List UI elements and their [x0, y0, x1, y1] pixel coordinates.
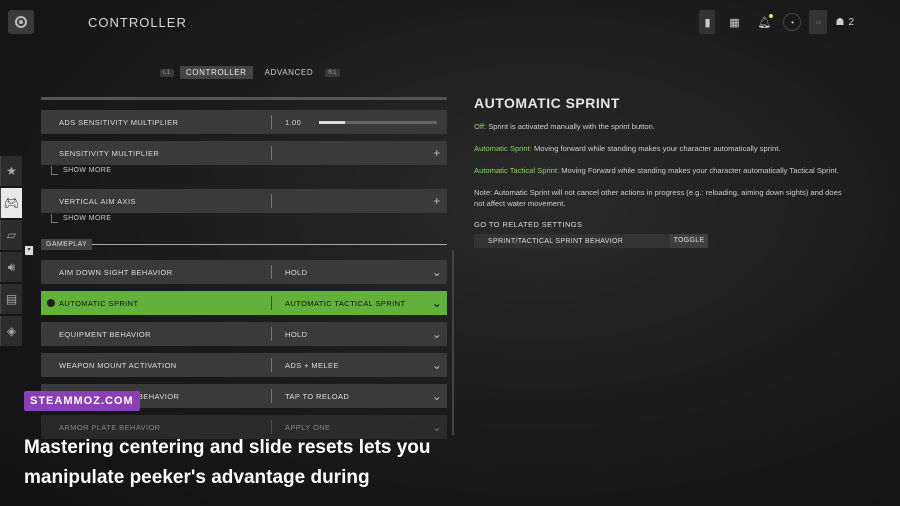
setting-value: ADS + MELEE	[285, 360, 339, 370]
option-name: Automatic Tactical Sprint:	[474, 166, 560, 175]
option-name: Automatic Sprint:	[474, 144, 532, 153]
plus-icon[interactable]: +	[427, 146, 447, 160]
speaker-icon[interactable]: 🔊︎	[0, 252, 22, 282]
setting-label: AIM DOWN SIGHT BEHAVIOR	[59, 267, 173, 277]
setting-sensitivity-multiplier[interactable]: SENSITIVITY MULTIPLIER +	[41, 141, 447, 165]
interface-icon[interactable]: ▤	[0, 284, 22, 314]
detail-tactical: Automatic Tactical Sprint: Moving Forwar…	[474, 165, 854, 176]
related-label: SPRINT/TACTICAL SPRINT BEHAVIOR	[488, 237, 624, 245]
sensitivity-slider[interactable]	[319, 120, 437, 124]
option-description: Moving forward while standing makes your…	[531, 144, 781, 153]
watermark-badge: STEAMMOZ.COM	[24, 391, 140, 411]
detail-off: Off: Sprint is activated manually with t…	[474, 121, 854, 132]
divider	[92, 243, 447, 245]
tab-key-left: L1	[160, 68, 174, 77]
setting-value: 1.00	[285, 117, 302, 127]
setting-label: ARMOR PLATE BEHAVIOR	[59, 422, 161, 432]
star-icon[interactable]: ★	[0, 156, 22, 186]
setting-value: TAP TO RELOAD	[285, 391, 350, 401]
setting-weapon-mount-activation[interactable]: WEAPON MOUNT ACTIVATION ADS + MELEE ⌄	[41, 353, 447, 377]
back-button[interactable]	[8, 10, 34, 34]
option-name: Off:	[474, 122, 487, 131]
detail-title: AUTOMATIC SPRINT	[474, 95, 620, 111]
selected-indicator-icon	[47, 299, 55, 307]
divider	[41, 97, 447, 100]
setting-value: AUTOMATIC TACTICAL SPRINT	[285, 298, 406, 308]
setting-ads-sensitivity-multiplier[interactable]: ADS SENSITIVITY MULTIPLIER 1.00	[41, 110, 447, 134]
party-icon: ☗	[835, 16, 845, 28]
setting-automatic-sprint[interactable]: AUTOMATIC SPRINT AUTOMATIC TACTICAL SPRI…	[41, 291, 447, 315]
related-heading: GO TO RELATED SETTINGS	[474, 220, 583, 229]
divider	[271, 194, 272, 208]
related-setting-button[interactable]: SPRINT/TACTICAL SPRINT BEHAVIOR TOGGLE	[474, 234, 708, 248]
tab-bar: L1 CONTROLLER ADVANCED R1	[160, 66, 341, 79]
setting-equipment-behavior[interactable]: EQUIPMENT BEHAVIOR HOLD ⌄	[41, 322, 447, 346]
setting-value: APPLY ONE	[285, 422, 331, 432]
section-header-gameplay: GAMEPLAY	[41, 237, 447, 251]
circle-icon[interactable]: •	[783, 13, 802, 31]
party-count: 2	[848, 16, 854, 28]
setting-label: SENSITIVITY MULTIPLIER	[59, 148, 160, 158]
setting-label: VERTICAL AIM AXIS	[59, 196, 136, 206]
option-description: Sprint is activated manually with the sp…	[486, 122, 655, 131]
detail-panel: AUTOMATIC SPRINT Off: Sprint is activate…	[474, 95, 854, 248]
chevron-down-icon[interactable]: ⌄	[427, 327, 447, 341]
section-title: GAMEPLAY	[41, 238, 93, 250]
detail-automatic: Automatic Sprint: Moving forward while s…	[474, 143, 854, 154]
setting-value: HOLD	[285, 329, 308, 339]
chevron-down-icon[interactable]: ⌄	[427, 420, 447, 434]
slider-fill	[319, 120, 345, 124]
show-more-link[interactable]: SHOW MORE	[41, 166, 447, 185]
box-icon[interactable]: ▭	[809, 10, 828, 34]
setting-label: WEAPON MOUNT ACTIVATION	[59, 360, 177, 370]
grid-icon[interactable]: ▦	[723, 10, 745, 34]
side-rail: ★ 🎮︎ ▱ 🔊︎ ▤ ◈	[0, 156, 22, 348]
top-icons: ▮ ▦ 🔔︎ • ▭ ☗ 2	[699, 10, 854, 34]
chevron-down-icon[interactable]: ⌄	[427, 389, 447, 403]
setting-aim-down-sight-behavior[interactable]: AIM DOWN SIGHT BEHAVIOR HOLD ⌄	[41, 260, 447, 284]
related-value: TOGGLE	[670, 234, 708, 248]
controller-small-icon[interactable]: ▮	[699, 10, 716, 34]
display-icon[interactable]: ▱	[0, 220, 22, 250]
divider	[271, 146, 272, 160]
tab-key-right: R1	[325, 68, 341, 77]
setting-label: AUTOMATIC SPRINT	[59, 298, 139, 308]
page-title: CONTROLLER	[88, 15, 187, 30]
setting-value: HOLD	[285, 267, 308, 277]
section-badge-icon: ▾	[25, 246, 33, 255]
chevron-down-icon[interactable]: ⌄	[427, 296, 447, 310]
detail-note: Note: Automatic Sprint will not cancel o…	[474, 188, 842, 208]
chevron-down-icon[interactable]: ⌄	[427, 358, 447, 372]
setting-label: EQUIPMENT BEHAVIOR	[59, 329, 151, 339]
party-indicator[interactable]: ☗ 2	[835, 17, 854, 28]
scrollbar[interactable]	[452, 250, 454, 435]
plus-icon[interactable]: +	[427, 194, 447, 208]
option-description: Moving Forward while standing makes your…	[559, 166, 839, 175]
caption-text: Mastering centering and slide resets let…	[24, 437, 431, 488]
network-icon[interactable]: ◈	[0, 316, 22, 346]
setting-vertical-aim-axis[interactable]: VERTICAL AIM AXIS +	[41, 189, 447, 213]
tab-advanced[interactable]: ADVANCED	[259, 66, 320, 79]
chevron-down-icon[interactable]: ⌄	[427, 265, 447, 279]
setting-label: ADS SENSITIVITY MULTIPLIER	[59, 117, 179, 127]
bell-icon[interactable]: 🔔︎	[753, 10, 775, 34]
back-icon	[15, 16, 27, 28]
tab-controller[interactable]: CONTROLLER	[179, 66, 253, 79]
gamepad-icon[interactable]: 🎮︎	[0, 188, 22, 218]
show-more-link[interactable]: SHOW MORE	[41, 214, 447, 233]
